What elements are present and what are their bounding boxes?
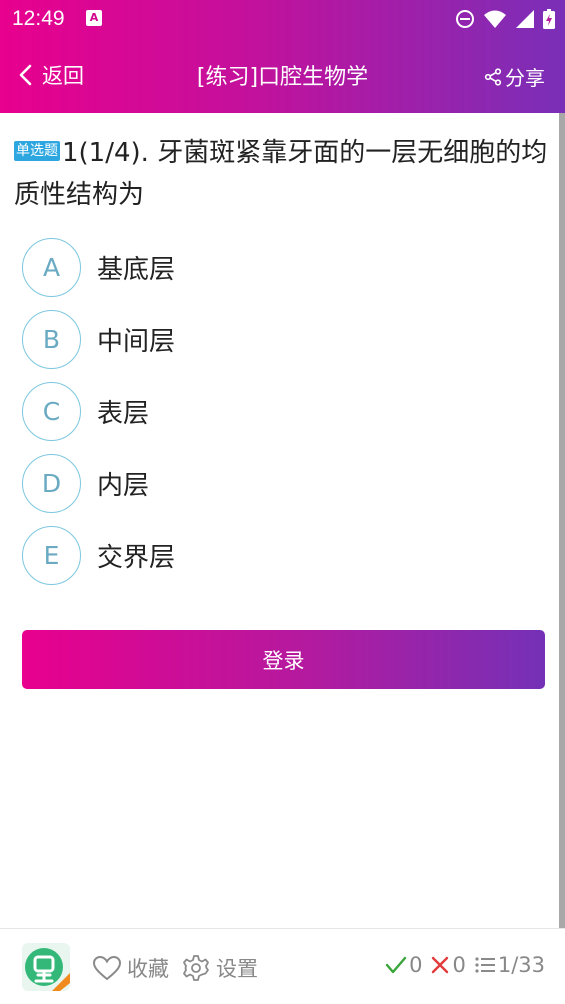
chevron-left-icon	[19, 64, 32, 86]
option-letter: C	[22, 381, 81, 441]
option-text: 表层	[97, 398, 150, 429]
share-icon	[484, 67, 502, 86]
bottom-bar: 收藏 设置 0 0 1/33	[0, 928, 565, 1004]
option-letter: D	[22, 453, 81, 513]
do-not-disturb-icon	[456, 10, 474, 28]
option-text: 内层	[97, 470, 150, 501]
status-bar: 12:49 A	[0, 0, 565, 38]
wrong-count: 0	[430, 953, 466, 977]
option-c[interactable]: C 表层	[22, 375, 542, 447]
option-b[interactable]: B 中间层	[22, 303, 542, 375]
battery-icon	[543, 9, 555, 29]
option-letter: B	[22, 309, 81, 369]
share-label: 分享	[505, 66, 545, 90]
progress-value: 1/33	[497, 953, 545, 977]
header: 12:49 A 返回 [练习]口腔生物学 分享	[0, 0, 565, 113]
option-list: A 基底层 B 中间层 C 表层 D 内层 E 交界层	[22, 231, 542, 591]
back-label: 返回	[42, 64, 84, 88]
favorite-button[interactable]: 收藏	[92, 953, 169, 983]
status-time: 12:49	[12, 7, 65, 30]
cross-icon	[432, 956, 449, 974]
option-e[interactable]: E 交界层	[22, 519, 542, 591]
scrollbar[interactable]	[559, 113, 565, 928]
option-text: 基底层	[97, 254, 176, 285]
favorite-label: 收藏	[127, 957, 169, 981]
option-text: 交界层	[97, 542, 176, 573]
option-text: 中间层	[97, 326, 176, 357]
correct-count-value: 0	[409, 953, 423, 977]
heart-icon	[92, 955, 122, 981]
page-title: [练习]口腔生物学	[196, 65, 369, 90]
wifi-icon	[484, 10, 506, 28]
question-text: 单选题 1(1/4). 牙菌斑紧靠牙面的一层无细胞的均质性结构为	[14, 132, 554, 216]
app-logo[interactable]	[22, 943, 70, 991]
notification-icon: A	[86, 10, 102, 26]
nav-bar: 返回 [练习]口腔生物学 分享	[0, 38, 565, 113]
back-button[interactable]: 返回	[18, 60, 84, 90]
check-icon	[385, 956, 407, 974]
share-button[interactable]: 分享	[484, 62, 545, 91]
signal-icon	[516, 10, 534, 28]
settings-button[interactable]: 设置	[182, 953, 258, 983]
answer-stats: 0 0 1/33	[377, 953, 545, 977]
option-d[interactable]: D 内层	[22, 447, 542, 519]
wrong-count-value: 0	[452, 953, 466, 977]
login-button[interactable]: 登录	[22, 630, 545, 689]
option-letter: E	[22, 525, 81, 585]
status-icons	[455, 8, 555, 30]
question-stem: 1(1/4). 牙菌斑紧靠牙面的一层无细胞的均质性结构为	[14, 138, 548, 210]
list-icon	[475, 957, 495, 973]
option-letter: A	[22, 237, 81, 297]
settings-label: 设置	[216, 957, 258, 981]
gear-icon	[183, 955, 209, 981]
option-a[interactable]: A 基底层	[22, 231, 542, 303]
correct-count: 0	[385, 953, 422, 977]
question-type-badge: 单选题	[14, 141, 60, 161]
question-progress[interactable]: 1/33	[474, 953, 545, 977]
